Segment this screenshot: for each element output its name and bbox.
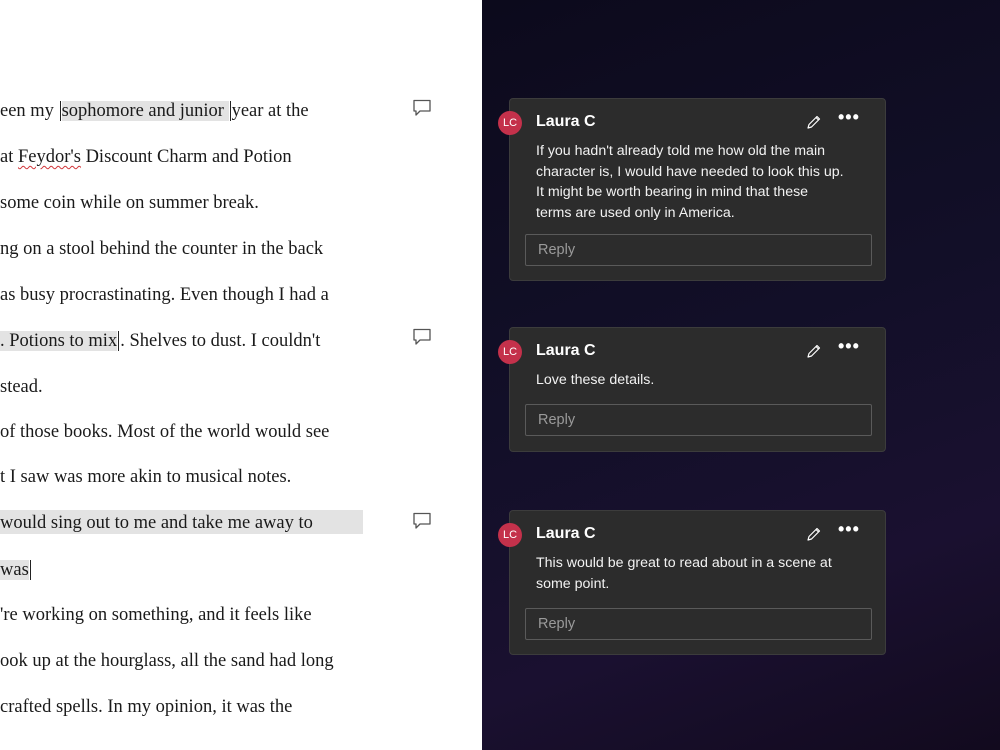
comment-icon[interactable] [412, 328, 432, 346]
comment-icon[interactable] [412, 512, 432, 530]
document-line[interactable]: t I saw was more akin to musical notes. [0, 464, 291, 490]
line-text: t I saw was more akin to musical notes. [0, 467, 292, 487]
document-line[interactable]: was [0, 557, 32, 583]
document-line[interactable]: ook up at the hourglass, all the sand ha… [0, 648, 334, 674]
commented-text[interactable]: would sing out to me and take me away to [0, 513, 313, 533]
pencil-icon[interactable] [806, 343, 822, 359]
document-line[interactable]: of those books. Most of the world would … [0, 419, 329, 445]
comment-text: If you hadn't already told me how old th… [536, 143, 844, 221]
line-text: een my [0, 101, 59, 121]
reply-input[interactable]: Reply [525, 404, 872, 436]
comments-pane: LC Laura C ••• If you hadn't already tol… [482, 0, 1000, 750]
comment-author: Laura C [536, 525, 596, 542]
more-options-icon[interactable]: ••• [838, 336, 862, 356]
document-line[interactable]: some coin while on summer break. [0, 190, 259, 216]
document-line[interactable]: stead. [0, 374, 43, 400]
line-text: ng on a stool behind the counter in the … [0, 239, 324, 259]
avatar: LC [498, 340, 522, 364]
pencil-icon[interactable] [806, 114, 822, 130]
line-text: Discount Charm and Potion [80, 147, 292, 167]
line-text: year at the [231, 101, 309, 121]
more-options-icon[interactable]: ••• [838, 107, 862, 127]
line-text: at [0, 147, 18, 167]
reply-input[interactable]: Reply [525, 234, 872, 266]
avatar: LC [498, 111, 522, 135]
reply-input[interactable]: Reply [525, 608, 872, 640]
commented-text[interactable]: . Potions to mix [0, 331, 118, 351]
document-line[interactable]: crafted spells. In my opinion, it was th… [0, 694, 292, 720]
document-line[interactable]: . Potions to mix. Shelves to dust. I cou… [0, 328, 320, 354]
comment-text: This would be great to read about in a s… [536, 555, 832, 592]
spelling-flagged-word[interactable]: Feydor's [18, 147, 81, 167]
line-text: 're working on something, and it feels l… [0, 605, 312, 625]
document-line[interactable]: as busy procrastinating. Even though I h… [0, 282, 329, 308]
pencil-icon[interactable] [806, 526, 822, 542]
comment-text: Love these details. [536, 372, 655, 388]
comment-icon[interactable] [412, 99, 432, 117]
document-line[interactable]: 're working on something, and it feels l… [0, 602, 312, 628]
more-options-icon[interactable]: ••• [838, 519, 862, 539]
comment-author: Laura C [536, 342, 596, 359]
comment-card[interactable]: LC Laura C ••• Love these details. Reply [498, 327, 886, 452]
document-line[interactable]: would sing out to me and take me away to [0, 510, 313, 536]
document-line[interactable]: ng on a stool behind the counter in the … [0, 236, 323, 262]
line-text: ook up at the hourglass, all the sand ha… [0, 651, 334, 671]
avatar: LC [498, 523, 522, 547]
document-line[interactable]: een my sophomore and junior year at the [0, 98, 309, 124]
comment-card[interactable]: LC Laura C ••• If you hadn't already tol… [498, 98, 886, 281]
document-page[interactable]: een my sophomore and junior year at the … [0, 0, 482, 750]
line-text: . Shelves to dust. I couldn't [120, 331, 321, 351]
line-text: of those books. Most of the world would … [0, 422, 330, 442]
commented-text[interactable]: sophomore and junior [61, 101, 229, 121]
line-text: stead. [0, 377, 43, 397]
line-text: some coin while on summer break. [0, 193, 259, 213]
line-text: as busy procrastinating. Even though I h… [0, 285, 329, 305]
comment-card[interactable]: LC Laura C ••• This would be great to re… [498, 510, 886, 655]
document-line[interactable]: at Feydor's Discount Charm and Potion [0, 144, 292, 170]
commented-text[interactable]: was [0, 560, 29, 580]
comment-author: Laura C [536, 113, 596, 130]
line-text: crafted spells. In my opinion, it was th… [0, 697, 293, 717]
